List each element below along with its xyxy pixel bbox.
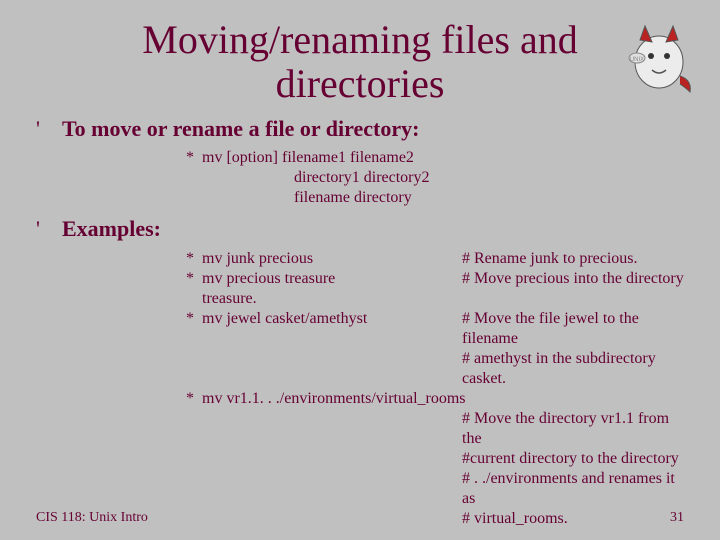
example-row: treasure. [186, 289, 684, 309]
bullet-icon: ' [36, 216, 62, 242]
slide: UNIX Moving/renaming files and directori… [0, 0, 720, 540]
example-comment: # Move precious into the directory [462, 269, 684, 289]
bullet-2: ' Examples: [36, 216, 684, 242]
syntax-line: filename directory [202, 188, 554, 208]
slide-footer: CIS 118: Unix Intro 31 [36, 510, 684, 526]
syntax-line: mv [option] filename1 filename2 [202, 148, 462, 168]
slide-title: Moving/renaming files and directories [86, 18, 634, 106]
star-icon: * [186, 309, 202, 329]
bsd-daemon-icon: UNIX [620, 18, 698, 98]
syntax-block: * mv [option] filename1 filename2 direct… [186, 148, 684, 208]
bullet-1: ' To move or rename a file or directory: [36, 116, 684, 142]
star-icon: * [186, 249, 202, 269]
example-command: mv precious treasure [202, 269, 462, 289]
footer-course: CIS 118: Unix Intro [36, 510, 148, 526]
star-icon: * [186, 269, 202, 289]
bullet-1-text: To move or rename a file or directory: [62, 116, 419, 142]
svg-text:UNIX: UNIX [630, 57, 644, 63]
example-comment: # amethyst in the subdirectory casket. [186, 349, 684, 389]
star-icon: * [186, 148, 202, 168]
footer-page-number: 31 [670, 510, 684, 526]
example-row: * mv junk precious # Rename junk to prec… [186, 249, 684, 269]
star-icon: * [186, 389, 202, 409]
syntax-line: directory1 directory2 [202, 168, 554, 188]
bullet-icon: ' [36, 116, 62, 142]
example-comment: #current directory to the directory [186, 449, 684, 469]
example-row: * mv vr1.1. . ./environments/virtual_roo… [186, 389, 684, 409]
example-command: mv vr1.1. . ./environments/virtual_rooms [202, 389, 466, 409]
example-command: mv jewel casket/amethyst [202, 309, 462, 329]
example-comment: # Move the file jewel to the filename [462, 309, 684, 349]
example-comment: # Move the directory vr1.1 from the [186, 409, 684, 449]
example-command: treasure. [202, 289, 462, 309]
example-command: mv junk precious [202, 249, 462, 269]
example-row: * mv precious treasure # Move precious i… [186, 269, 684, 289]
example-comment: # Rename junk to precious. [462, 249, 684, 269]
example-comment: # . ./environments and renames it as [186, 469, 684, 509]
bullet-2-text: Examples: [62, 216, 161, 242]
example-row: * mv jewel casket/amethyst # Move the fi… [186, 309, 684, 349]
examples-block: * mv junk precious # Rename junk to prec… [186, 249, 684, 529]
